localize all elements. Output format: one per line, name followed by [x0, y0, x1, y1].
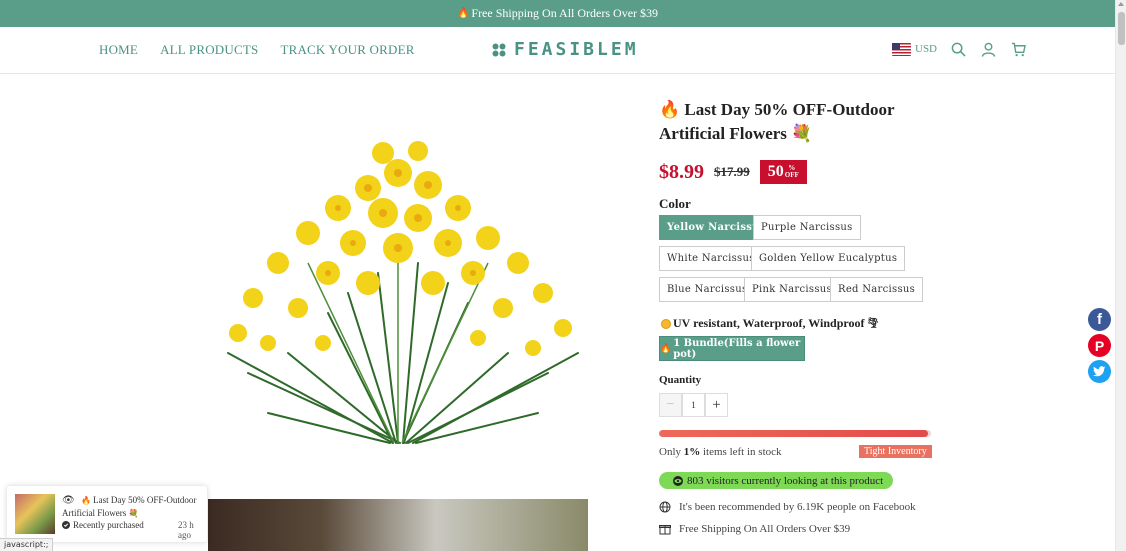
fire-icon: 🔥	[660, 343, 672, 354]
discount-badge: 50 % OFF	[759, 160, 807, 184]
product-title-text: Last Day 50% OFF-Outdoor Artificial Flow…	[659, 100, 895, 143]
eye-icon: 👁	[62, 495, 75, 506]
site-header: HOME ALL PRODUCTS TRACK YOUR ORDER FEASI…	[0, 27, 1115, 74]
scroll-thumb[interactable]	[1118, 12, 1125, 45]
perk-facebook-text: It's been recommended by 6.19K people on…	[679, 501, 916, 513]
recent-purchase-popup[interactable]: 👁 🔥 Last Day 50% OFF-Outdoor Artificial …	[7, 486, 207, 542]
wind-icon: 🌪	[866, 318, 880, 329]
search-icon[interactable]	[949, 40, 967, 58]
visitors-text: 803 visitors currently looking at this p…	[687, 474, 884, 487]
eye-icon	[673, 475, 683, 486]
quantity-input[interactable]: 1	[682, 393, 705, 417]
page-scrollbar[interactable]	[1115, 0, 1126, 551]
popup-product-image	[15, 494, 55, 534]
fire-icon: 🔥	[80, 496, 91, 505]
quantity-decrease-button[interactable]: −	[659, 393, 682, 417]
us-flag-icon	[892, 42, 911, 56]
main-nav: HOME ALL PRODUCTS TRACK YOUR ORDER	[99, 42, 415, 58]
price-row: $8.99 $17.99 50 % OFF	[659, 160, 939, 184]
logo-icon	[492, 43, 506, 56]
color-option-pink-narcissus[interactable]: Pink Narcissus	[744, 277, 840, 302]
stock-progress-fill	[659, 430, 929, 437]
bouquet-icon: 💐	[791, 124, 813, 143]
product-title: 🔥 Last Day 50% OFF-Outdoor Artificial Fl…	[659, 98, 939, 146]
sun-icon	[661, 318, 671, 329]
nav-home[interactable]: HOME	[99, 42, 138, 58]
color-option-white-narcissus[interactable]: White Narcissus	[659, 246, 763, 271]
feature-line: UV resistant, Waterproof, Windproof 🌪	[661, 316, 879, 331]
check-circle-icon	[62, 521, 70, 529]
site-logo[interactable]: FEASIBLEM	[492, 39, 639, 60]
nav-all-products[interactable]: ALL PRODUCTS	[160, 42, 258, 58]
logo-text: FEASIBLEM	[514, 39, 639, 60]
bundle-option[interactable]: 🔥 1 Bundle(Fills a flower pot)	[659, 336, 805, 361]
perk-shipping: Free Shipping On All Orders Over $39	[659, 523, 850, 535]
popup-time: 23 h ago	[178, 520, 194, 540]
announcement-text: Free Shipping On All Orders Over $39	[471, 6, 659, 20]
quantity-label: Quantity	[659, 374, 702, 386]
perk-shipping-text: Free Shipping On All Orders Over $39	[679, 523, 851, 535]
discount-suffix: % OFF	[784, 164, 799, 179]
visitors-badge: 803 visitors currently looking at this p…	[659, 472, 894, 489]
bouquet-icon: 💐	[128, 509, 139, 518]
popup-title: 👁 🔥 Last Day 50% OFF-Outdoor Artificial …	[62, 494, 202, 520]
color-option-purple-narcissus[interactable]: Purple Narcissus	[753, 215, 861, 240]
color-option-blue-narcissus[interactable]: Blue Narcissus	[659, 277, 756, 302]
product-main-image[interactable]	[208, 113, 588, 445]
perk-facebook: It's been recommended by 6.19K people on…	[659, 501, 916, 513]
stock-progress-bar	[659, 430, 931, 437]
bundle-label: 1 Bundle(Fills a flower pot)	[673, 337, 801, 360]
browser-status-bar: javascript:;	[0, 538, 54, 551]
announcement-bar: 🔥 Free Shipping On All Orders Over $39	[0, 0, 1115, 27]
current-price: $8.99	[659, 160, 704, 183]
nav-track-order[interactable]: TRACK YOUR ORDER	[280, 42, 414, 58]
twitter-share-icon[interactable]	[1088, 360, 1111, 383]
globe-icon	[659, 501, 671, 513]
cart-icon[interactable]	[1009, 40, 1027, 58]
pinterest-share-icon[interactable]: P	[1088, 334, 1111, 357]
popup-status: Recently purchased	[62, 520, 144, 530]
stock-count: 1%	[683, 446, 701, 458]
color-option-red-narcissus[interactable]: Red Narcissus	[830, 277, 924, 302]
fire-icon: 🔥	[659, 100, 681, 119]
product-secondary-image[interactable]	[208, 499, 588, 551]
stock-text: Only 1% items left in stock	[659, 446, 782, 458]
product-info: 🔥 Last Day 50% OFF-Outdoor Artificial Fl…	[659, 98, 939, 184]
fire-icon: 🔥	[456, 8, 470, 19]
scroll-up-arrow-icon[interactable]	[1118, 2, 1124, 6]
color-option-golden-yellow-eucalyptus[interactable]: Golden Yellow Eucalyptus	[751, 246, 906, 271]
currency-selector[interactable]: USD	[892, 42, 938, 56]
currency-label: USD	[915, 43, 938, 55]
discount-number: 50	[767, 163, 784, 180]
feature-text: UV resistant, Waterproof, Windproof	[673, 316, 865, 330]
quantity-stepper: − 1 +	[659, 393, 728, 417]
original-price: $17.99	[714, 164, 750, 179]
color-label: Color	[659, 196, 691, 211]
gift-icon	[659, 525, 671, 535]
facebook-share-icon[interactable]: f	[1088, 308, 1111, 331]
account-icon[interactable]	[979, 40, 997, 58]
quantity-increase-button[interactable]: +	[705, 393, 728, 417]
header-actions: USD	[892, 40, 1027, 58]
tight-inventory-badge: Tight Inventory	[859, 445, 932, 458]
popup-status-text: Recently purchased	[73, 520, 144, 530]
